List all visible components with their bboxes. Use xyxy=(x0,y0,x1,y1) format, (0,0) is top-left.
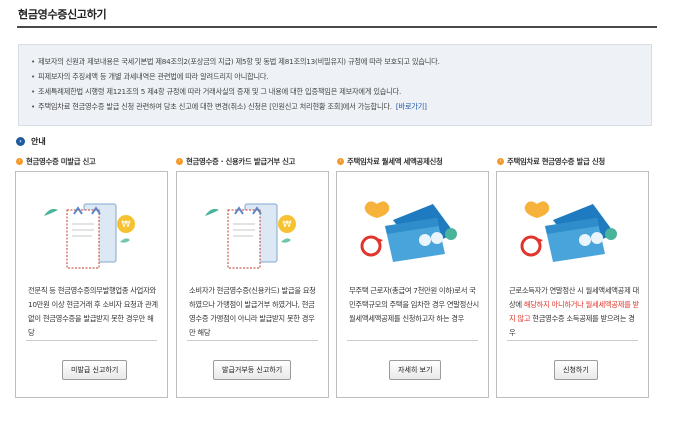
card-divider xyxy=(187,340,318,341)
title-divider xyxy=(17,26,657,28)
notice-line: • 피제보자의 추징세액 등 개별 과세내역은 관련법에 따라 알려드리지 아니합… xyxy=(31,72,269,81)
wallet-illustration-icon xyxy=(360,201,457,262)
svg-text:₩: ₩ xyxy=(283,220,292,230)
notice-text: 피제보자의 추징세액 등 개별 과세내역은 관련법에 따라 알려드리지 아니합니… xyxy=(38,72,269,81)
chevron-right-icon: › xyxy=(16,158,23,165)
card-divider xyxy=(347,340,478,341)
notice-text: 조세특례제한법 시행령 제121조의 5 제4항 규정에 따라 거래사실의 증재… xyxy=(38,87,402,96)
notice-text: 제보자의 신원과 제보내용은 국세기본법 제84조의2(포상금의 지급) 제5항… xyxy=(38,57,440,66)
shortcut-link[interactable]: [바로가기] xyxy=(396,102,427,111)
card-description: 무주택 근로자(총급여 7천만원 이하)로서 국민주택규모의 주택을 임차한 경… xyxy=(349,286,479,323)
arrow-right-icon: › xyxy=(16,137,25,146)
card-divider xyxy=(26,340,157,341)
wallet-illustration-icon xyxy=(520,201,617,262)
notice-line: • 제보자의 신원과 제보내용은 국세기본법 제84조의2(포상금의 지급) 제5… xyxy=(31,57,440,66)
notice-line: • 주택임차료 현금영수증 발급 신청 관련하여 당초 신고에 대한 변경(취소)… xyxy=(31,102,427,111)
unissued-report-button[interactable]: 미발급 신고하기 xyxy=(62,360,128,380)
card-description: 근로소득자가 연말정산 시 월세액세액공제 대상에 해당하지 아니하거나 월세세… xyxy=(509,284,639,340)
apply-button[interactable]: 신청하기 xyxy=(554,360,598,380)
card-heading: › 현금영수증 미발급 신고 xyxy=(16,156,96,167)
card-heading-text: 현금영수증 미발급 신고 xyxy=(26,157,96,166)
card-unissued-report: ₩ 전문직 등 현금영수증의무발행업종 사업자와 10만원 이상 현금거래 후 … xyxy=(15,171,168,398)
card-description: 소비자가 현금영수증(신용카드) 발급을 요청하였으나 가맹점이 발급거부 하였… xyxy=(189,286,316,337)
chevron-right-icon: › xyxy=(497,158,504,165)
guide-heading: › 안내 xyxy=(16,136,46,147)
card-heading-text: 주택임차료 현금영수증 발급 신청 xyxy=(507,157,605,166)
guide-label: 안내 xyxy=(31,137,46,146)
page-title: 현금영수증신고하기 xyxy=(18,8,107,21)
card-heading: › 주택임차료 월세액 세액공제신청 xyxy=(337,156,443,167)
chevron-right-icon: › xyxy=(176,158,183,165)
receipt-illustration-icon: ₩ xyxy=(205,203,296,269)
card-heading: › 현금영수증 · 신용카드 발급거부 신고 xyxy=(176,156,295,167)
notice-box: • 제보자의 신원과 제보내용은 국세기본법 제84조의2(포상금의 지급) 제5… xyxy=(18,44,652,126)
chevron-right-icon: › xyxy=(337,158,344,165)
card-rent-tax-credit: 무주택 근로자(총급여 7천만원 이하)로서 국민주택규모의 주택을 임차한 경… xyxy=(336,171,489,398)
card-heading-text: 주택임차료 월세액 세액공제신청 xyxy=(347,157,443,166)
card-rent-receipt-apply: 근로소득자가 연말정산 시 월세액세액공제 대상에 해당하지 아니하거나 월세세… xyxy=(496,171,649,398)
refusal-report-button[interactable]: 발급거부등 신고하기 xyxy=(213,360,292,380)
notice-text: 주택임차료 현금영수증 발급 신청 관련하여 당초 신고에 대한 변경(취소) … xyxy=(38,102,392,111)
card-heading-text: 현금영수증 · 신용카드 발급거부 신고 xyxy=(186,157,296,166)
receipt-illustration-icon: ₩ xyxy=(44,203,135,269)
card-refusal-report: ₩ 소비자가 현금영수증(신용카드) 발급을 요청하였으나 가맹점이 발급거부 … xyxy=(176,171,329,398)
svg-text:₩: ₩ xyxy=(122,220,131,230)
card-heading: › 주택임차료 현금영수증 발급 신청 xyxy=(497,156,605,167)
view-details-button[interactable]: 자세히 보기 xyxy=(389,360,442,380)
notice-line: • 조세특례제한법 시행령 제121조의 5 제4항 규정에 따라 거래사실의 증… xyxy=(31,87,402,96)
card-description: 전문직 등 현금영수증의무발행업종 사업자와 10만원 이상 현금거래 후 소비… xyxy=(28,286,158,337)
card-divider xyxy=(507,340,638,341)
